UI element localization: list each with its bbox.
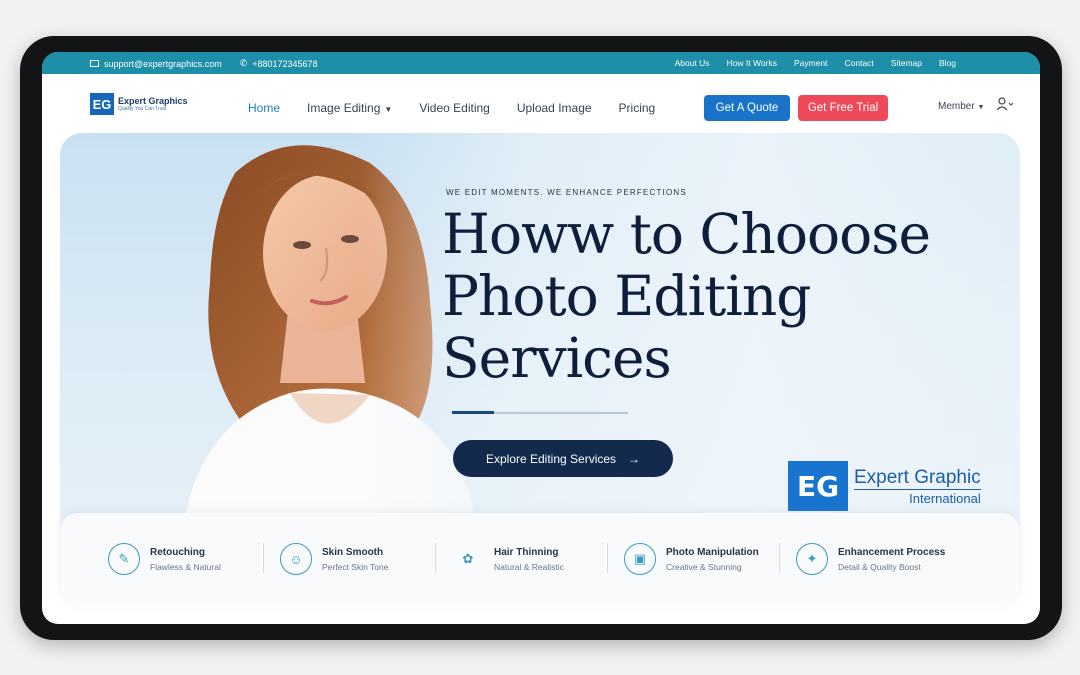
hero-eyebrow: WE EDIT MOMENTS. WE ENHANCE PERFECTIONS: [446, 188, 687, 197]
feature-text: Enhancement Process Detail & Quality Boo…: [838, 547, 945, 572]
link-sitemap[interactable]: Sitemap: [891, 58, 922, 68]
link-blog[interactable]: Blog: [939, 58, 956, 68]
features-strip: ✎ Retouching Flawless & Natural ☺ Skin S…: [60, 513, 1020, 605]
feature-subtitle: Natural & Realistic: [494, 561, 564, 572]
feature-photo-manipulation[interactable]: ▣ Photo Manipulation Creative & Stunning: [607, 543, 796, 575]
face-icon: ☺: [280, 543, 312, 575]
logo-tagline: Quality You Can Trust: [118, 106, 167, 112]
email-contact[interactable]: support@expertgraphics.com: [90, 58, 222, 69]
top-bar: support@expertgraphics.com ✆ +8801723456…: [42, 52, 1040, 74]
feature-text: Hair Thinning Natural & Realistic: [494, 547, 564, 572]
hair-icon: ✿: [462, 551, 474, 566]
feature-text: Photo Manipulation Creative & Stunning: [666, 547, 759, 572]
headline-line-3: Services: [442, 326, 672, 390]
brush-icon: ✎: [108, 543, 140, 575]
feature-title: Hair Thinning: [494, 546, 559, 558]
user-icon[interactable]: [996, 97, 1014, 114]
brand-mark: EG: [788, 461, 848, 511]
explore-editing-services-button[interactable]: Explore Editing Services →: [453, 440, 673, 477]
brand-subtitle: International: [854, 488, 981, 506]
feature-retouching[interactable]: ✎ Retouching Flawless & Natural: [108, 543, 280, 575]
link-contact[interactable]: Contact: [845, 58, 874, 68]
member-label: Member: [938, 101, 975, 112]
explore-button-label: Explore Editing Services: [485, 451, 617, 466]
feature-subtitle: Creative & Stunning: [666, 561, 742, 572]
phone-text: +880172345678: [252, 58, 318, 69]
feature-hair-thinning[interactable]: ✿ Hair Thinning Natural & Realistic: [435, 543, 624, 575]
chevron-down-icon: ▼: [384, 105, 393, 114]
mail-icon: [90, 60, 99, 67]
nav-menu: Home Image Editing ▼ Video Editing Upload…: [248, 101, 655, 115]
member-dropdown[interactable]: Member ▼: [938, 101, 984, 112]
nav-item-home[interactable]: Home: [248, 101, 280, 115]
logo-name: Expert Graphics: [118, 96, 188, 106]
nav-item-video-editing[interactable]: Video Editing: [419, 101, 490, 115]
brand-text: Expert Graphic International: [854, 467, 981, 506]
phone-contact[interactable]: ✆ +880172345678: [240, 58, 318, 69]
brand-logo: EG Expert Graphic International: [788, 461, 981, 511]
feature-text: Retouching Flawless & Natural: [150, 547, 221, 572]
feature-subtitle: Flawless & Natural: [150, 561, 221, 572]
link-about-us[interactable]: About Us: [675, 58, 710, 68]
arrow-right-icon: →: [628, 451, 641, 466]
feature-subtitle: Detail & Quality Boost: [838, 561, 921, 572]
phone-icon: ✆: [239, 58, 248, 68]
top-links: About Us How It Works Payment Contact Si…: [675, 58, 956, 68]
browser-screen: support@expertgraphics.com ✆ +8801723456…: [42, 52, 1040, 624]
main-nav: EG Expert Graphics Quality You Can Trust…: [42, 74, 1040, 136]
nav-item-label: Image Editing: [307, 101, 381, 115]
feature-subtitle: Perfect Skin Tone: [322, 561, 389, 572]
chevron-down-icon: ▼: [977, 104, 985, 111]
link-payment[interactable]: Payment: [794, 58, 828, 68]
feature-title: Enhancement Process: [838, 546, 946, 558]
get-a-quote-button[interactable]: Get A Quote: [704, 95, 790, 121]
get-free-trial-button[interactable]: Get Free Trial: [798, 95, 888, 121]
brand-name: Expert Graphic: [854, 466, 981, 488]
contact-info: support@expertgraphics.com ✆ +8801723456…: [90, 58, 318, 69]
image-edit-icon: ▣: [624, 543, 656, 575]
nav-item-image-editing[interactable]: Image Editing ▼: [307, 101, 392, 115]
nav-item-upload-image[interactable]: Upload Image: [517, 101, 592, 115]
tablet-frame: support@expertgraphics.com ✆ +8801723456…: [20, 36, 1062, 640]
feature-title: Skin Smooth: [322, 546, 384, 558]
feature-enhancement-process[interactable]: ✦ Enhancement Process Detail & Quality B…: [779, 543, 968, 575]
feature-text: Skin Smooth Perfect Skin Tone: [322, 547, 388, 572]
hero-headline: Howw to Chooose Photo Editing Services: [442, 203, 1002, 389]
user-icon-svg: [996, 97, 1014, 111]
site-logo[interactable]: EG Expert Graphics Quality You Can Trust: [90, 93, 188, 115]
feature-title: Photo Manipulation: [666, 546, 759, 558]
hero-divider-accent: [452, 411, 494, 414]
logo-text: Expert Graphics Quality You Can Trust: [118, 96, 188, 112]
nav-item-pricing[interactable]: Pricing: [619, 101, 656, 115]
email-text: support@expertgraphics.com: [104, 58, 222, 69]
logo-mark: EG: [90, 93, 114, 115]
feature-skin-smooth[interactable]: ☺ Skin Smooth Perfect Skin Tone: [263, 543, 452, 575]
sparkle-icon: ✦: [796, 543, 828, 575]
headline-line-1: Howw to Chooose: [442, 202, 931, 266]
feature-title: Retouching: [150, 546, 205, 558]
headline-line-2: Photo Editing: [442, 264, 812, 328]
link-how-it-works[interactable]: How It Works: [727, 58, 777, 68]
